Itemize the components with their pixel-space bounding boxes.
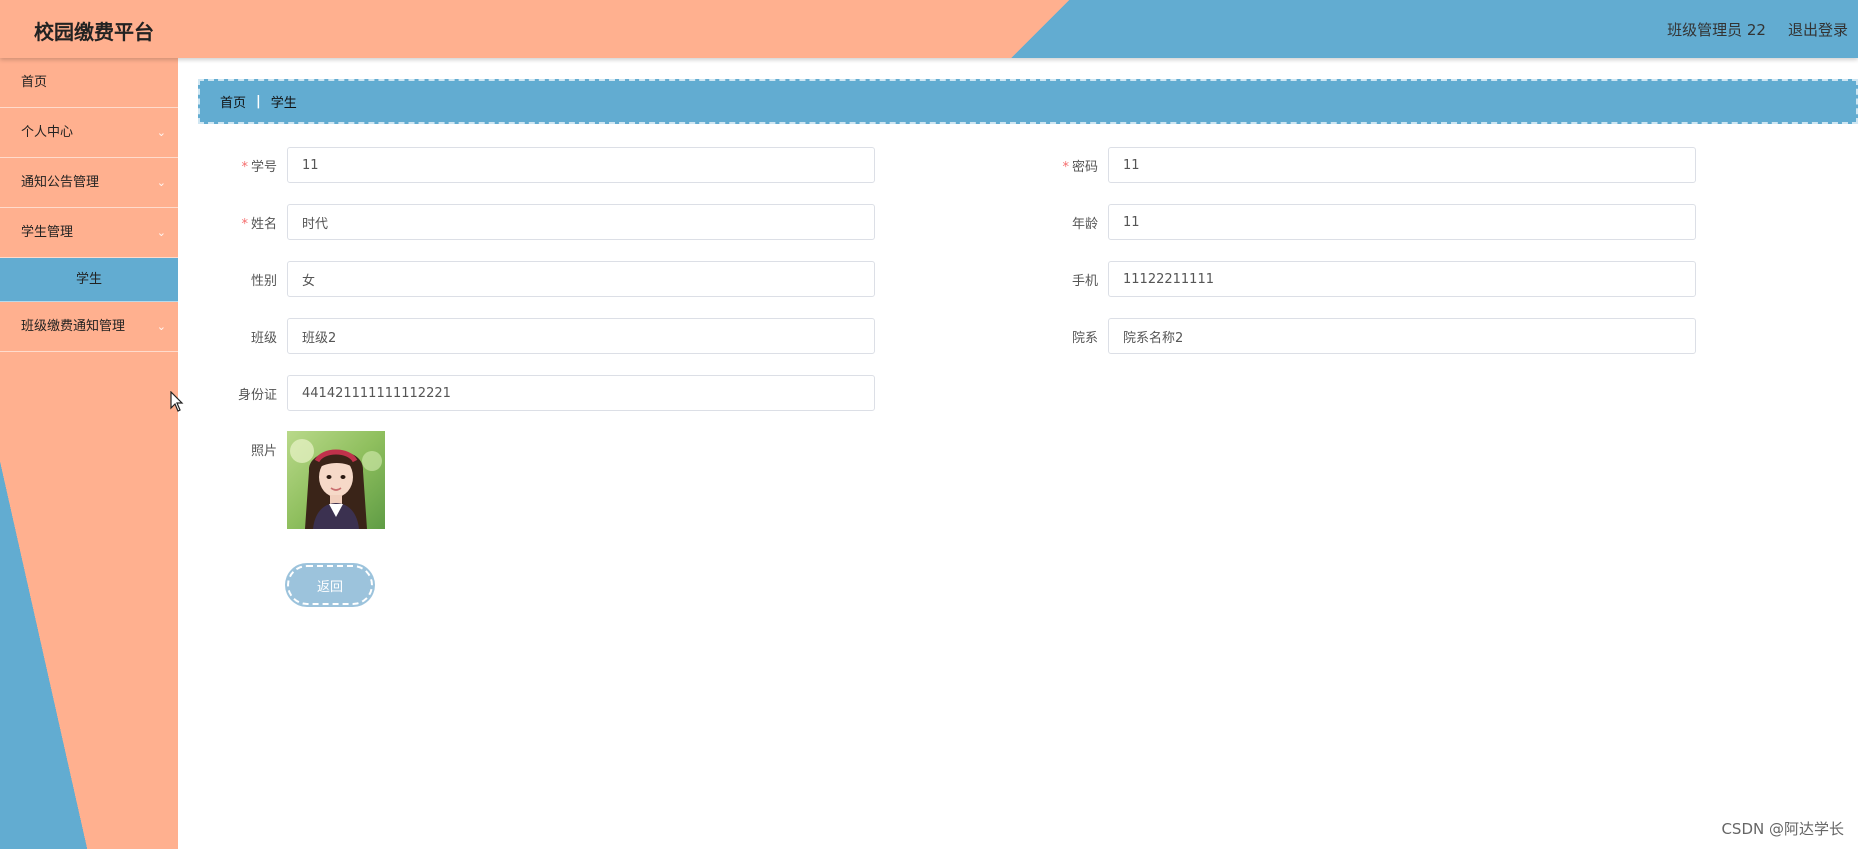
gender-label: 性别 (250, 273, 277, 289)
watermark: CSDN @阿达学长 (1721, 820, 1844, 838)
id-card-input[interactable] (287, 375, 875, 411)
sidebar-item-label: 通知公告管理 (21, 175, 100, 190)
sidebar-item-home[interactable]: 首页 (0, 58, 178, 108)
password-input[interactable] (1108, 147, 1696, 183)
form-row-phone: 手机 (1028, 261, 1696, 297)
sidebar-item-label: 学生 (75, 272, 102, 287)
required-mark: * (241, 216, 248, 232)
form-row-gender: 性别 (207, 261, 875, 297)
student-id-input[interactable] (287, 147, 875, 183)
name-input[interactable] (287, 204, 875, 240)
phone-label: 手机 (1071, 273, 1098, 289)
department-input[interactable] (1108, 318, 1696, 354)
breadcrumb-separator: | (256, 94, 261, 109)
sidebar-item-class-payment-notice[interactable]: 班级缴费通知管理 ⌄ (0, 302, 178, 352)
form-row-id-card: 身份证 (207, 375, 875, 411)
form-row-class: 班级 (207, 318, 875, 354)
chevron-down-icon: ⌄ (156, 320, 166, 333)
sidebar-item-notice-management[interactable]: 通知公告管理 ⌄ (0, 158, 178, 208)
chevron-down-icon: ⌄ (156, 126, 166, 139)
breadcrumb: 首页 | 学生 (198, 79, 1858, 124)
form-row-name: * 姓名 (207, 204, 875, 240)
class-input[interactable] (287, 318, 875, 354)
logout-link[interactable]: 退出登录 (1788, 19, 1848, 40)
required-mark: * (241, 159, 248, 175)
sidebar-item-label: 学生管理 (21, 225, 74, 240)
student-id-label: * 学号 (241, 159, 277, 175)
sidebar-item-personal-center[interactable]: 个人中心 ⌄ (0, 108, 178, 158)
sidebar-item-student-management[interactable]: 学生管理 ⌄ (0, 208, 178, 258)
sidebar-menu: 首页 个人中心 ⌄ 通知公告管理 ⌄ 学生管理 ⌄ 学生 班级缴费通知管理 ⌄ (0, 58, 178, 849)
breadcrumb-current: 学生 (270, 96, 297, 111)
form-row-student-id: * 学号 (207, 147, 875, 183)
sidebar-subitem-student[interactable]: 学生 (0, 258, 178, 302)
current-user: 班级管理员 22 (1667, 21, 1766, 39)
id-card-label: 身份证 (237, 387, 277, 403)
chevron-down-icon: ⌄ (156, 226, 166, 239)
password-label: * 密码 (1062, 159, 1098, 175)
gender-input[interactable] (287, 261, 875, 297)
photo-label: 照片 (250, 444, 277, 459)
back-button[interactable]: 返回 (287, 565, 373, 605)
form-row-age: 年龄 (1028, 204, 1696, 240)
sidebar-item-label: 班级缴费通知管理 (21, 319, 126, 334)
app-title: 校园缴费平台 (34, 20, 154, 44)
required-mark: * (1062, 159, 1069, 175)
department-label: 院系 (1071, 330, 1098, 346)
portrait-image (287, 431, 385, 529)
sidebar-item-label: 首页 (21, 75, 48, 90)
chevron-down-icon: ⌄ (156, 176, 166, 189)
age-input[interactable] (1108, 204, 1696, 240)
header-right: 班级管理员 22 退出登录 (1667, 19, 1848, 40)
form-row-password: * 密码 (1028, 147, 1696, 183)
class-label: 班级 (250, 330, 277, 346)
student-photo (287, 431, 385, 529)
mouse-pointer-icon (170, 391, 184, 412)
phone-input[interactable] (1108, 261, 1696, 297)
name-label: * 姓名 (241, 216, 277, 232)
breadcrumb-home[interactable]: 首页 (220, 92, 246, 111)
sidebar-item-label: 个人中心 (21, 125, 74, 140)
top-header: 校园缴费平台 班级管理员 22 退出登录 (0, 0, 1858, 58)
age-label: 年龄 (1071, 216, 1098, 232)
form-row-department: 院系 (1028, 318, 1696, 354)
